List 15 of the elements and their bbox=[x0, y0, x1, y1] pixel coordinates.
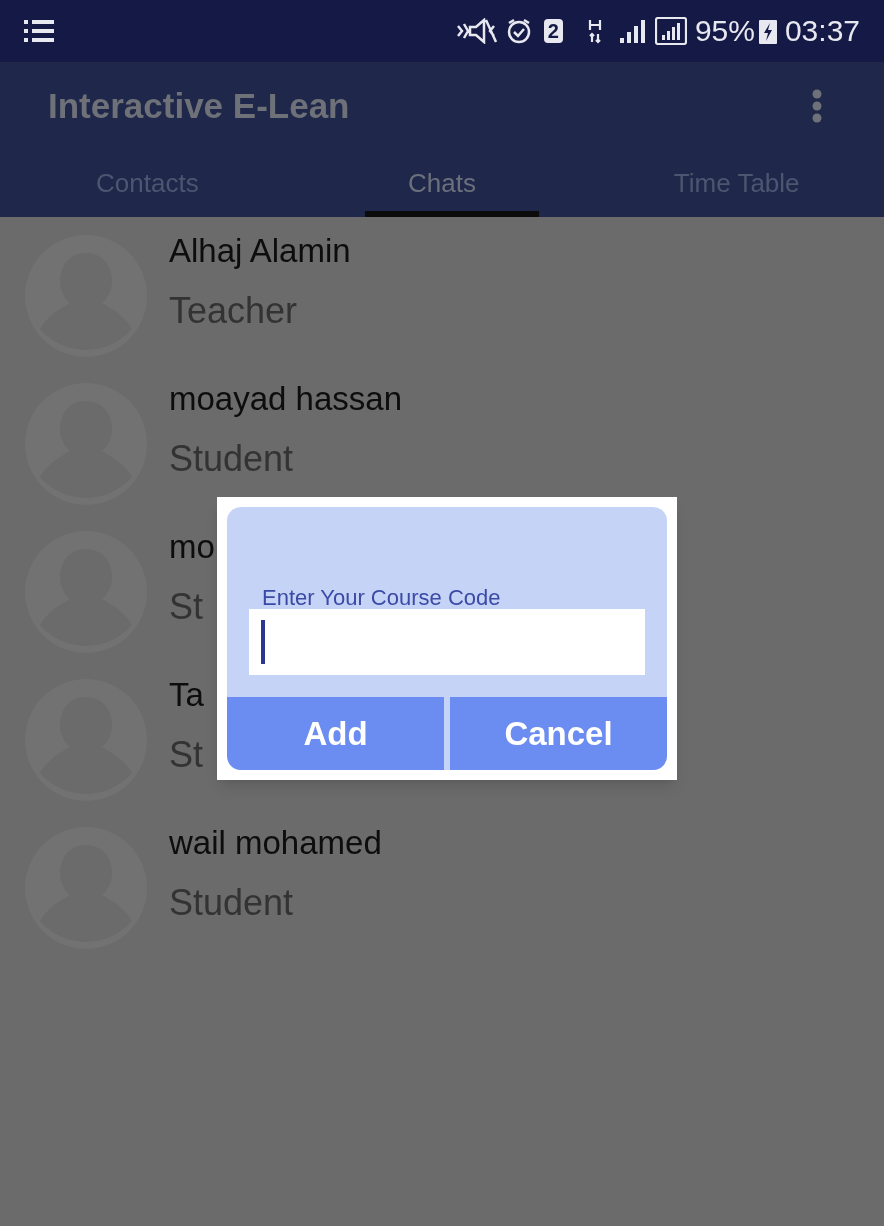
sim-badge: 2 bbox=[543, 19, 563, 43]
contact-role: St bbox=[169, 585, 204, 629]
battery-percent: 95% bbox=[694, 16, 755, 46]
contact-role: St bbox=[169, 733, 204, 777]
clock: 03:37 bbox=[784, 16, 860, 46]
contact-role: Teacher bbox=[169, 289, 299, 333]
contact-role: Student bbox=[169, 437, 295, 481]
contact-name: Alhaj Alamin bbox=[169, 231, 351, 271]
contact-name: moayad hassan bbox=[169, 379, 402, 419]
contact-name: mo bbox=[169, 527, 215, 567]
contact-name: wail mohamed bbox=[169, 823, 382, 863]
app-title: Interactive E-Lean bbox=[48, 84, 351, 127]
field-label: Enter Your Course Code bbox=[261, 587, 502, 609]
contact-name: Ta bbox=[169, 675, 204, 715]
contact-role: Student bbox=[169, 881, 295, 925]
